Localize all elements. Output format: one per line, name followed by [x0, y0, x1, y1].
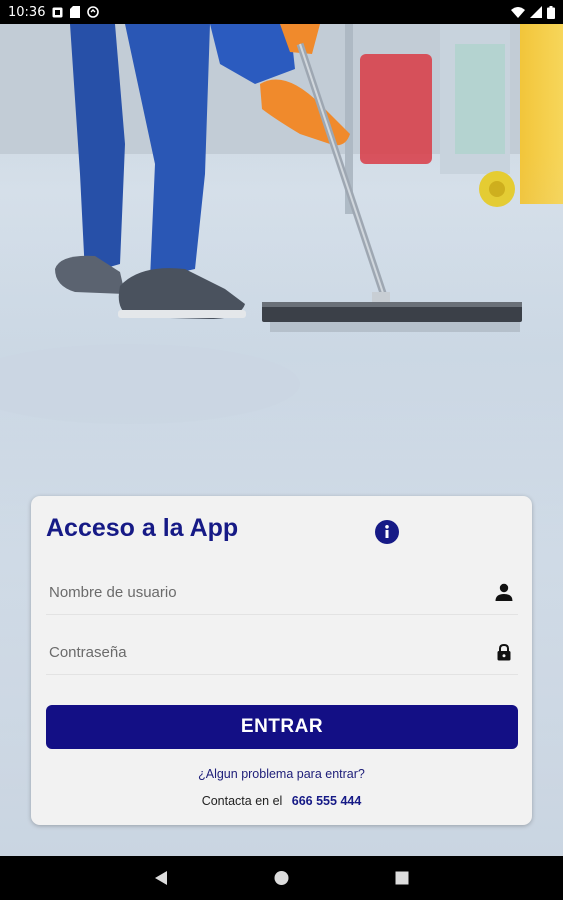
contact-phone-link[interactable]: 666 555 444	[292, 794, 362, 808]
enter-button[interactable]: ENTRAR	[46, 705, 518, 749]
password-input[interactable]	[46, 632, 476, 672]
back-icon[interactable]	[154, 870, 168, 886]
sim-icon	[70, 6, 81, 18]
status-bar: 10:36	[0, 0, 563, 24]
home-icon[interactable]	[274, 870, 289, 886]
password-field-wrapper	[46, 632, 518, 675]
contact-label: Contacta en el	[201, 794, 283, 808]
info-icon[interactable]	[375, 520, 399, 544]
status-time: 10:36	[8, 4, 46, 20]
username-input[interactable]	[46, 572, 476, 612]
lock-icon	[497, 643, 511, 661]
battery-icon	[547, 5, 555, 19]
wifi-icon	[511, 6, 525, 18]
notification-icon	[52, 7, 63, 17]
signal-icon	[530, 6, 542, 18]
contact-line: Contacta en el 666 555 444	[31, 794, 532, 808]
navigation-bar	[0, 856, 563, 900]
person-icon	[495, 583, 513, 601]
login-title: Acceso a la App	[46, 514, 239, 542]
login-card: Acceso a la App ENTRAR ¿Algun problema p…	[31, 496, 532, 825]
sync-icon	[87, 6, 100, 18]
username-field-wrapper	[46, 572, 518, 615]
help-link[interactable]: ¿Algun problema para entrar?	[31, 767, 532, 781]
recents-icon[interactable]	[395, 870, 409, 886]
